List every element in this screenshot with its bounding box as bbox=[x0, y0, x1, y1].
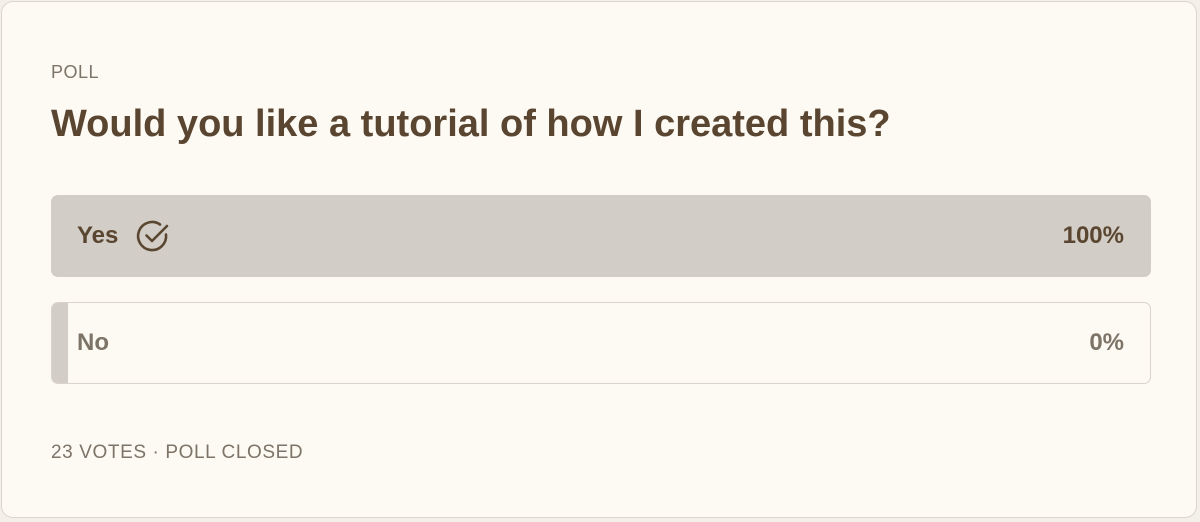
separator: · bbox=[152, 442, 160, 463]
poll-option-percent: 100% bbox=[1062, 222, 1124, 249]
poll-option-no[interactable]: No 0% bbox=[51, 302, 1151, 384]
poll-option-yes[interactable]: Yes 100% bbox=[51, 195, 1151, 277]
poll-card: POLL Would you like a tutorial of how I … bbox=[1, 1, 1197, 518]
poll-option-label: No bbox=[77, 329, 109, 356]
poll-status: POLL CLOSED bbox=[165, 442, 304, 463]
poll-option-label: Yes bbox=[77, 222, 119, 249]
poll-option-yes-label-group: Yes bbox=[77, 195, 172, 277]
poll-question: Would you like a tutorial of how I creat… bbox=[51, 103, 891, 145]
poll-footer: 23 VOTES · POLL CLOSED bbox=[51, 442, 303, 464]
poll-option-no-fill bbox=[52, 303, 68, 383]
check-circle-icon bbox=[134, 217, 172, 255]
poll-option-percent: 0% bbox=[1089, 329, 1124, 356]
vote-count: 23 VOTES bbox=[51, 442, 147, 463]
poll-eyebrow: POLL bbox=[51, 62, 100, 82]
